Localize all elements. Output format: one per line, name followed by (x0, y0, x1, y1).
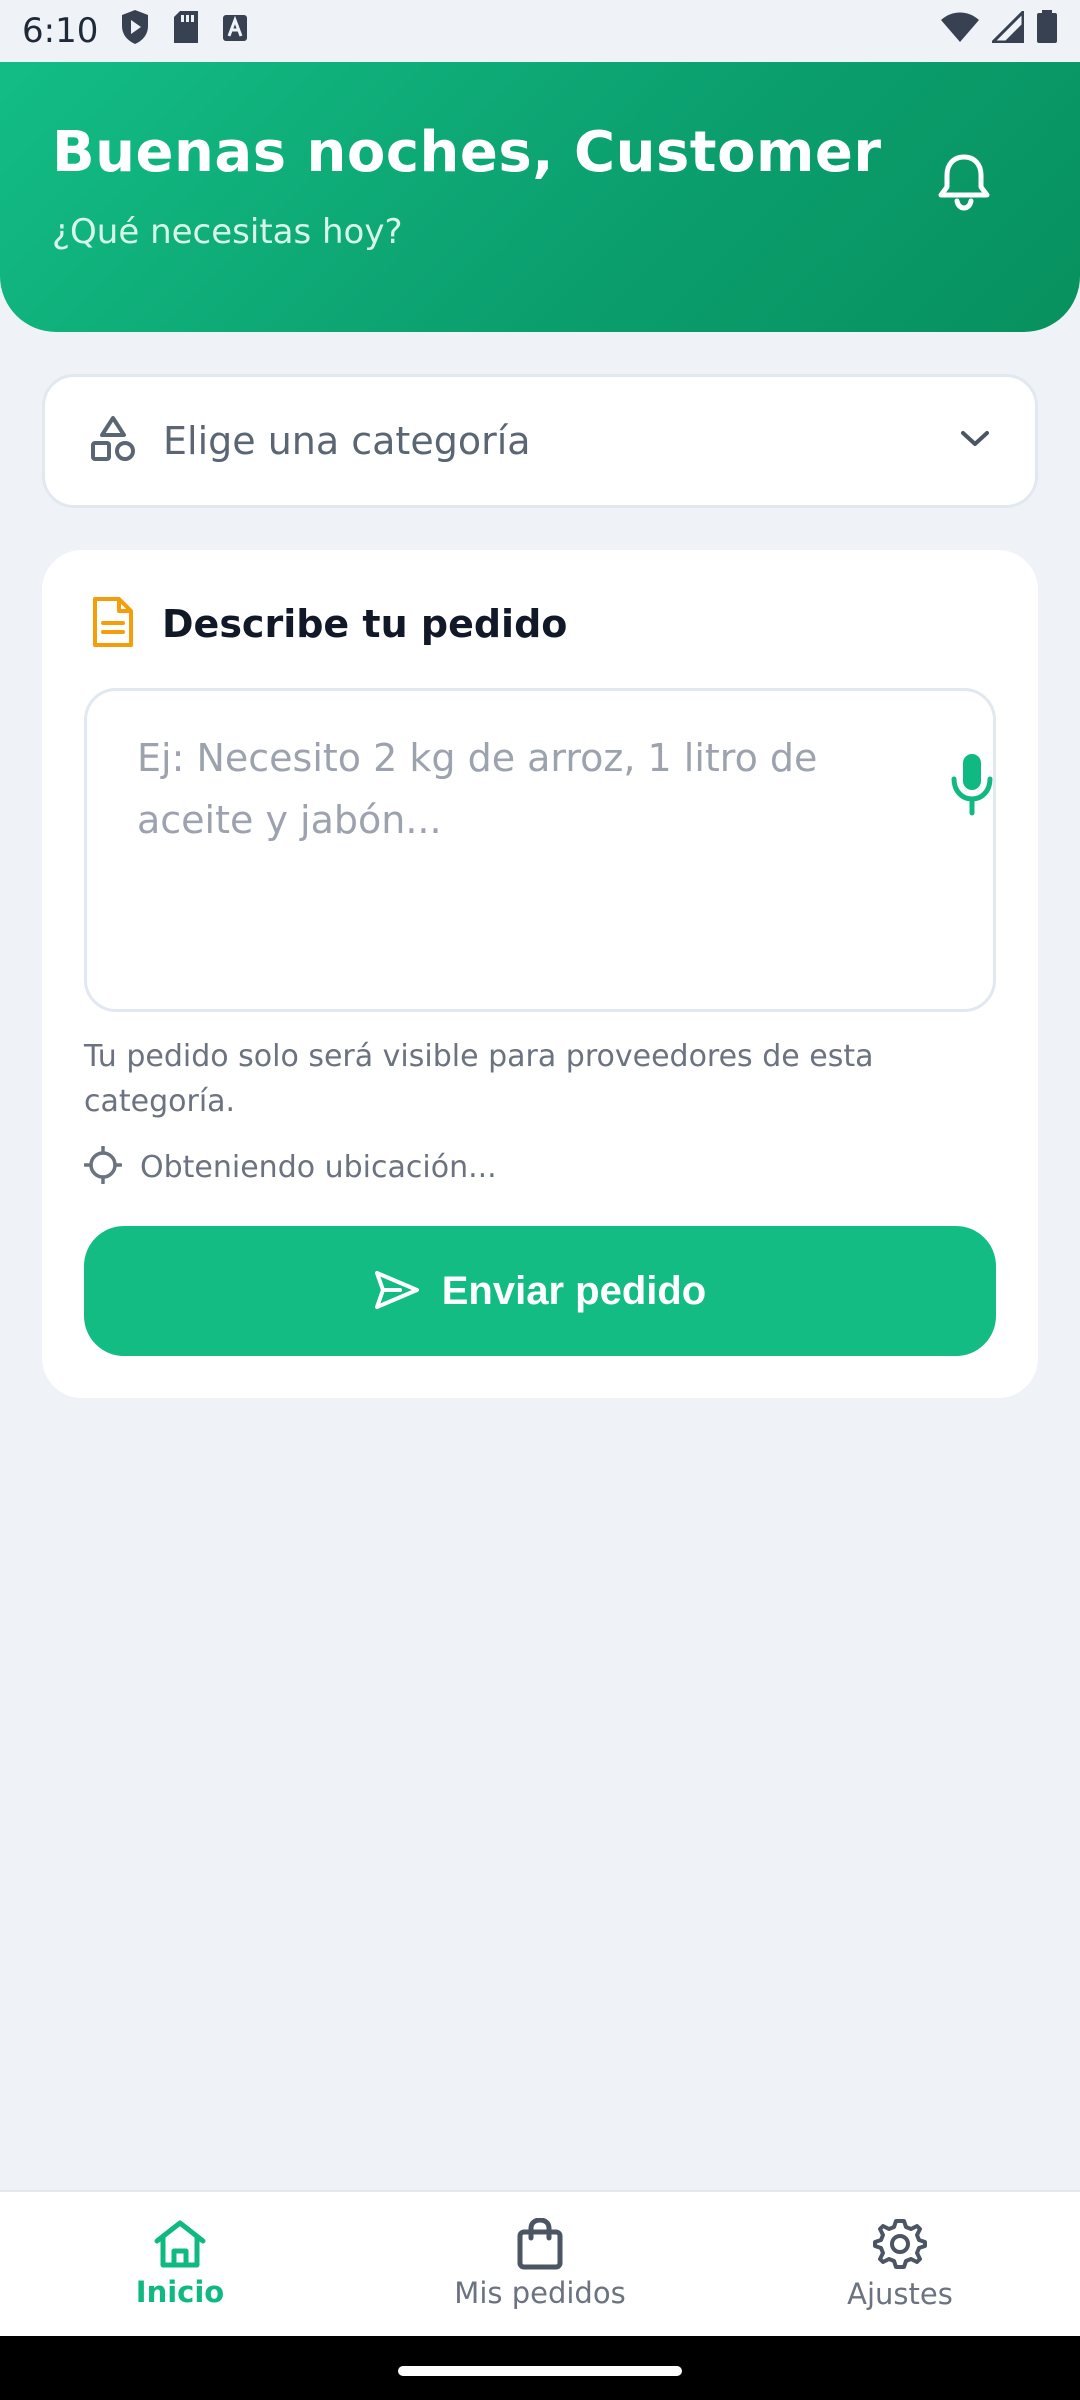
order-description-input[interactable] (137, 727, 877, 977)
notifications-button[interactable] (932, 150, 996, 214)
wifi-icon (940, 11, 980, 52)
nav-label-inicio: Inicio (135, 2275, 225, 2309)
nav-item-mis-pedidos[interactable]: Mis pedidos (360, 2192, 720, 2336)
home-icon (154, 2220, 206, 2268)
send-icon (374, 1270, 420, 1313)
status-bar: 6:10 (0, 0, 1080, 62)
nav-item-inicio[interactable]: Inicio (0, 2192, 360, 2336)
signal-icon (989, 7, 1025, 52)
card-header: Describe tu pedido (92, 596, 567, 652)
sd-card-icon (172, 10, 200, 53)
order-description-field[interactable] (84, 688, 996, 1012)
nav-item-ajustes[interactable]: Ajustes (720, 2192, 1080, 2336)
location-status: Obteniendo ubicación... (83, 1145, 497, 1188)
visibility-note: Tu pedido solo será visible para proveed… (84, 1039, 874, 1119)
shield-play-icon (120, 9, 150, 54)
chevron-down-icon (959, 429, 991, 453)
document-icon (92, 596, 134, 652)
bell-icon (938, 154, 990, 211)
category-placeholder: Elige una categoría (163, 419, 531, 463)
send-order-label: Enviar pedido (441, 1268, 707, 1313)
status-time: 6:10 (22, 11, 99, 51)
send-order-button[interactable]: Enviar pedido (84, 1226, 996, 1356)
battery-icon (1036, 9, 1058, 53)
bottom-navigation: Inicio Mis pedidos Ajustes (0, 2190, 1080, 2336)
card-title: Describe tu pedido (162, 602, 568, 646)
shopping-bag-icon (517, 2218, 563, 2270)
text-a-icon (222, 11, 248, 51)
location-status-text: Obteniendo ubicación... (140, 1149, 497, 1185)
gesture-handle[interactable] (398, 2366, 682, 2376)
shapes-icon (89, 415, 137, 467)
category-select[interactable]: Elige una categoría (42, 374, 1038, 508)
gear-icon (873, 2219, 927, 2269)
system-navigation-bar (0, 2336, 1080, 2400)
location-target-icon (83, 1145, 123, 1188)
nav-label-ajustes: Ajustes (847, 2277, 953, 2311)
page-subtitle: ¿Qué necesitas hoy? (52, 212, 403, 252)
header: Buenas noches, Customer ¿Qué necesitas h… (0, 62, 1080, 332)
order-card: Describe tu pedido Tu pedido solo será v… (42, 550, 1038, 1398)
page-title: Buenas noches, Customer (52, 120, 882, 185)
nav-label-mis-pedidos: Mis pedidos (454, 2276, 626, 2310)
microphone-icon[interactable] (949, 751, 995, 819)
